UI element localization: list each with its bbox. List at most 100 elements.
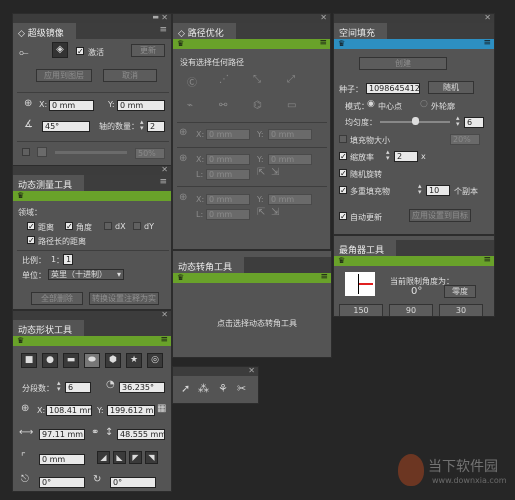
dx-checkbox[interactable] xyxy=(104,222,112,230)
close-icon[interactable]: ✕ xyxy=(320,14,327,22)
multi-fill-field[interactable]: 10 xyxy=(426,185,450,196)
scissors-icon[interactable]: ✂ xyxy=(237,382,246,395)
create-button[interactable]: 创建 xyxy=(359,57,447,70)
close-icon[interactable]: ✕ xyxy=(161,311,168,319)
opacity-checkbox[interactable] xyxy=(22,148,30,156)
path-tool-icon-6[interactable]: ⚯ xyxy=(219,100,227,111)
panel-tab-dynamic-shape[interactable]: 动态形状工具 xyxy=(13,320,85,336)
panel-menu-icon[interactable]: ≡ xyxy=(483,255,491,265)
select-arrow-icon[interactable]: ➚ xyxy=(181,382,190,395)
path-tool-icon-8[interactable]: ▭ xyxy=(287,100,296,111)
y-field[interactable]: 199.612 mm xyxy=(107,405,155,416)
path-tool-icon-7[interactable]: ⌬ xyxy=(253,100,262,111)
random-rotate-checkbox[interactable]: ✓ xyxy=(339,169,347,178)
close-icon[interactable]: ✕ xyxy=(161,14,168,22)
random-button[interactable]: 随机 xyxy=(428,81,474,94)
x-field[interactable]: 108.41 mm xyxy=(46,405,92,416)
grid-anchor-icon[interactable]: ▦ xyxy=(157,403,166,414)
angle-field[interactable]: 45° xyxy=(42,121,90,132)
path-tool-icon-4[interactable]: ⤢ xyxy=(287,74,295,85)
delete-all-button[interactable]: 全部删除 xyxy=(31,292,83,305)
shape-rounded-rect-icon[interactable]: ▬ xyxy=(63,353,79,368)
convert-annotations-button[interactable]: 转换设置注释为实 xyxy=(89,292,159,305)
segments-field[interactable]: 6 xyxy=(65,382,91,393)
angle-checkbox[interactable]: ✓ xyxy=(65,222,73,231)
close-icon[interactable]: ✕ xyxy=(161,166,168,174)
link-icon[interactable]: ⚭ xyxy=(91,427,99,438)
panel-menu-icon[interactable]: ≡ xyxy=(159,25,167,35)
rotate-dial-icon[interactable]: ◔ xyxy=(106,379,115,390)
panel-topbar[interactable]: ▬ ✕ xyxy=(13,14,171,23)
corner-style-icon-1[interactable]: ◢ xyxy=(97,451,110,464)
update-button[interactable]: 更新 xyxy=(131,44,165,57)
path-distance-checkbox[interactable]: ✓ xyxy=(27,236,35,245)
apply-to-target-button[interactable]: 应用设置到目标 xyxy=(409,209,471,222)
panel-menu-icon[interactable]: ≡ xyxy=(160,335,168,345)
panel-tab-space-fill[interactable]: 空间填充 xyxy=(334,23,388,39)
panel-tab-path-optimize[interactable]: ◇ 路径优化 xyxy=(173,23,236,39)
uniformity-field[interactable]: 6 xyxy=(464,117,484,128)
scale-rate-field[interactable]: 2 xyxy=(394,151,418,162)
path-tool-icon-3[interactable]: ⤡ xyxy=(253,74,261,85)
dy-checkbox[interactable] xyxy=(133,222,141,230)
distance-checkbox[interactable]: ✓ xyxy=(27,222,35,231)
fill-size-checkbox[interactable] xyxy=(339,135,347,143)
reset-zero-button[interactable]: 零度 xyxy=(444,285,476,298)
circles-icon[interactable]: ⁂ xyxy=(198,382,209,395)
radio-center-icon[interactable]: ◉ xyxy=(367,99,375,109)
axis-count-field[interactable]: 2 xyxy=(147,121,165,132)
path-tool-icon-2[interactable]: ⋰ xyxy=(219,74,229,85)
preset-90-button[interactable]: 90 xyxy=(389,304,433,316)
l2-field[interactable]: 0 mm xyxy=(206,209,250,220)
slider-thumb[interactable] xyxy=(412,117,419,125)
shape-ellipse-icon[interactable]: ⬬ xyxy=(84,353,100,368)
shape-circle-icon[interactable]: ● xyxy=(42,353,58,368)
panel-tab-super-mirror[interactable]: ◇ 超级镜像 xyxy=(13,23,76,39)
shape-square-icon[interactable]: ■ xyxy=(21,353,37,368)
shape-ring-icon[interactable]: ◎ xyxy=(147,353,163,368)
radio-outline-icon[interactable]: ○ xyxy=(420,99,428,109)
y1-field[interactable]: 0 mm xyxy=(268,129,312,140)
fill-size-field[interactable]: 20% xyxy=(450,134,480,145)
preset-30-button[interactable]: 30 xyxy=(439,304,483,316)
axis-icon[interactable]: ⟜ xyxy=(19,45,29,60)
live-checkbox[interactable]: ✓ xyxy=(76,47,84,56)
unit-select[interactable]: 英里（十进制） ▾ xyxy=(48,269,124,280)
width-field[interactable]: 97.11 mm xyxy=(39,429,85,440)
seed-field[interactable]: 1098645412 xyxy=(366,83,420,94)
cancel-button[interactable]: 取消 xyxy=(103,69,157,82)
rotation-field[interactable]: 36.235° xyxy=(119,382,165,393)
close-icon[interactable]: ✕ xyxy=(248,367,255,375)
x3-field[interactable]: 0 mm xyxy=(206,194,250,205)
l1-field[interactable]: 0 mm xyxy=(206,169,250,180)
scale-field[interactable]: 1 xyxy=(63,254,73,265)
panel-tab-dynamic-measure[interactable]: 动态测量工具 xyxy=(13,175,85,191)
stepper-icon[interactable]: ▴ ▾ xyxy=(140,119,144,132)
close-icon[interactable]: ✕ xyxy=(484,14,491,22)
panel-tab-dynamic-corner[interactable]: 动态转角工具 xyxy=(173,257,245,273)
nodes-icon[interactable]: ⚘ xyxy=(218,382,228,395)
multi-fill-checkbox[interactable]: ✓ xyxy=(339,186,347,195)
panel-tab-chamfer[interactable]: 最角器工具 xyxy=(334,240,397,256)
corner-style-icon-2[interactable]: ◣ xyxy=(113,451,126,464)
minimize-icon[interactable]: ▬ xyxy=(152,14,159,21)
corner-radius-field[interactable]: 0 mm xyxy=(39,454,85,465)
shape-star-icon[interactable]: ★ xyxy=(126,353,142,368)
opacity-field[interactable]: 50% xyxy=(135,148,165,159)
y3-field[interactable]: 0 mm xyxy=(268,194,312,205)
auto-update-checkbox[interactable]: ✓ xyxy=(339,212,347,221)
path-tool-icon-5[interactable]: ⌁ xyxy=(187,100,193,111)
apply-to-layer-button[interactable]: 应用到图层 xyxy=(36,69,92,82)
height-field[interactable]: 48.555 mm xyxy=(117,429,165,440)
panel-menu-icon[interactable]: ≡ xyxy=(483,38,491,48)
x2-field[interactable]: 0 mm xyxy=(206,154,250,165)
path-tool-icon-1[interactable]: Ⓒ xyxy=(187,74,197,89)
corner-style-icon-3[interactable]: ◤ xyxy=(129,451,142,464)
layers-icon[interactable]: ◈ xyxy=(52,42,68,58)
shape-hexagon-icon[interactable]: ⬢ xyxy=(105,353,121,368)
panel-menu-icon[interactable]: ≡ xyxy=(319,38,327,48)
panel-menu-icon[interactable]: ≡ xyxy=(320,272,328,282)
preset-150-button[interactable]: 150 xyxy=(339,304,383,316)
skew-field[interactable]: 0° xyxy=(39,477,85,488)
panel-menu-icon[interactable]: ≡ xyxy=(159,177,167,187)
